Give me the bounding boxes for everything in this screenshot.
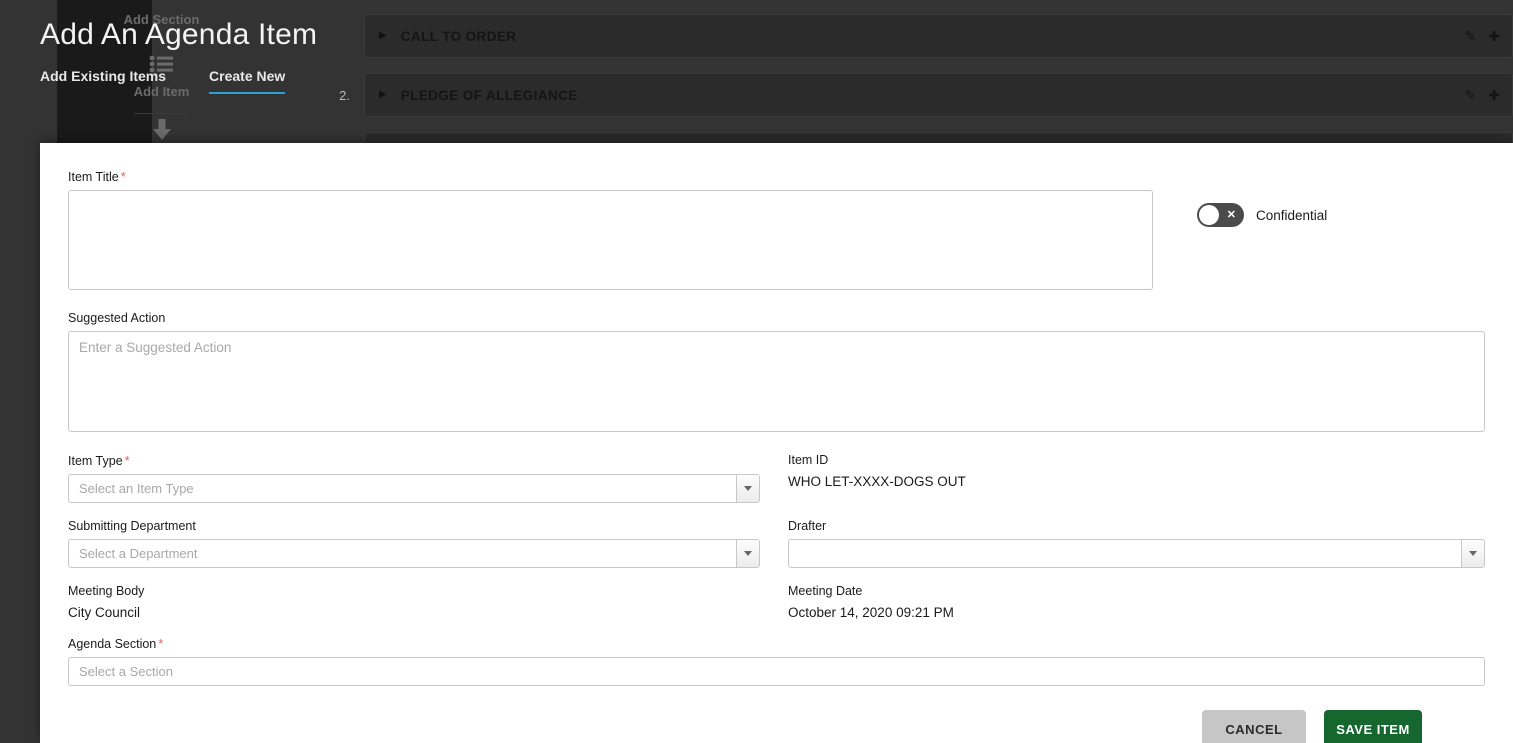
save-item-button[interactable]: SAVE ITEM: [1324, 710, 1422, 743]
app-root: Add Section Add Item Add An Agenda Item …: [0, 0, 1513, 743]
item-title-label: Item Title *: [68, 169, 1153, 184]
department-drafter-row: Submitting Department Select a Departmen…: [68, 519, 1485, 568]
confidential-toggle-group: ✕ Confidential: [1197, 169, 1327, 227]
chevron-right-icon[interactable]: ▶: [379, 31, 387, 41]
drafter-field: Drafter: [788, 519, 1485, 568]
drafter-label: Drafter: [788, 519, 827, 533]
agenda-list: ▶ CALL TO ORDER ✎ ✚ 2. ▶ PLEDGE OF ALLEG…: [315, 0, 1513, 176]
item-title-input[interactable]: [68, 190, 1153, 290]
move-icon[interactable]: ✚: [1488, 88, 1500, 102]
meeting-date-field: Meeting Date October 14, 2020 09:21 PM: [788, 584, 1485, 620]
item-type-id-row: Item Type * Select an Item Type Item ID W…: [68, 453, 1485, 503]
item-title-row: Item Title * ✕ Confidential: [68, 169, 1485, 295]
item-title-label-text: Item Title: [68, 170, 119, 184]
chevron-down-icon: [744, 486, 752, 491]
tab-add-existing-items[interactable]: Add Existing Items: [40, 68, 166, 92]
submitting-department-select-value: Select a Department: [79, 546, 198, 561]
meeting-body-field: Meeting Body City Council: [68, 584, 760, 620]
submitting-department-field: Submitting Department Select a Departmen…: [68, 519, 760, 568]
confidential-label: Confidential: [1256, 207, 1328, 223]
cancel-button[interactable]: CANCEL: [1202, 710, 1306, 743]
item-type-select-value: Select an Item Type: [79, 481, 194, 496]
page-title: Add An Agenda Item: [40, 18, 318, 51]
suggested-action-input[interactable]: [68, 331, 1485, 432]
confidential-toggle[interactable]: ✕: [1197, 203, 1244, 227]
drafter-select[interactable]: [788, 539, 1485, 568]
sidebar-divider: [134, 113, 189, 114]
agenda-section-label: Agenda Section *: [68, 636, 1485, 651]
agenda-section-select-value: Select a Section: [79, 664, 173, 679]
meeting-date-value: October 14, 2020 09:21 PM: [788, 605, 954, 620]
required-asterisk: *: [124, 453, 130, 468]
chevron-right-icon[interactable]: ▶: [379, 90, 387, 100]
item-type-dropdown-button[interactable]: [736, 475, 759, 502]
chevron-down-icon: [1469, 551, 1477, 556]
drafter-dropdown-button[interactable]: [1461, 540, 1484, 567]
agenda-row-number: 2.: [339, 87, 350, 103]
agenda-section-select[interactable]: Select a Section: [68, 657, 1485, 686]
item-type-select[interactable]: Select an Item Type: [68, 474, 760, 503]
pencil-icon[interactable]: ✎: [1465, 88, 1477, 102]
agenda-card[interactable]: ▶ PLEDGE OF ALLEGIANCE ✎ ✚: [364, 73, 1513, 117]
chevron-down-icon: [744, 551, 752, 556]
agenda-row-2[interactable]: 2. ▶ PLEDGE OF ALLEGIANCE ✎ ✚: [315, 73, 1513, 117]
required-asterisk: *: [120, 169, 126, 184]
agenda-card-actions: ✎ ✚: [1465, 15, 1500, 57]
modal-action-bar: CANCEL SAVE ITEM: [68, 710, 1485, 743]
agenda-card[interactable]: ▶ CALL TO ORDER ✎ ✚: [364, 14, 1513, 58]
download-icon[interactable]: [114, 118, 209, 144]
item-id-label: Item ID: [788, 453, 829, 467]
tab-create-new[interactable]: Create New: [209, 68, 286, 94]
agenda-card-label: CALL TO ORDER: [400, 28, 517, 44]
meeting-info-row: Meeting Body City Council Meeting Date O…: [68, 584, 1485, 620]
close-icon: ✕: [1226, 208, 1236, 221]
agenda-section-field: Agenda Section * Select a Section: [68, 636, 1485, 686]
submitting-department-select[interactable]: Select a Department: [68, 539, 760, 568]
meeting-body-value: City Council: [68, 605, 141, 620]
suggested-action-label: Suggested Action: [68, 311, 166, 325]
item-title-field: Item Title *: [68, 169, 1153, 295]
submitting-department-dropdown-button[interactable]: [736, 540, 759, 567]
item-type-field: Item Type * Select an Item Type: [68, 453, 760, 503]
agenda-card-label: PLEDGE OF ALLEGIANCE: [400, 87, 578, 103]
meeting-date-label: Meeting Date: [788, 584, 863, 598]
suggested-action-field: Suggested Action: [68, 311, 1485, 437]
agenda-section-label-text: Agenda Section: [68, 637, 157, 651]
tab-bar: Add Existing Items Create New: [40, 68, 286, 94]
submitting-department-label: Submitting Department: [68, 519, 196, 533]
required-asterisk: *: [158, 636, 164, 651]
pencil-icon[interactable]: ✎: [1465, 29, 1477, 43]
agenda-row-1[interactable]: ▶ CALL TO ORDER ✎ ✚: [315, 14, 1513, 58]
agenda-card-actions: ✎ ✚: [1465, 74, 1500, 116]
item-type-label-text: Item Type: [68, 454, 123, 468]
meeting-body-label: Meeting Body: [68, 584, 145, 598]
item-id-field: Item ID WHO LET-XXXX-DOGS OUT: [788, 453, 1485, 503]
item-type-label: Item Type *: [68, 453, 760, 468]
add-agenda-item-modal: Item Title * ✕ Confidential Suggested Act…: [40, 143, 1513, 743]
move-icon[interactable]: ✚: [1488, 29, 1500, 43]
toggle-knob: [1199, 205, 1219, 225]
item-id-value: WHO LET-XXXX-DOGS OUT: [788, 474, 966, 489]
drafter-select-value: [789, 540, 1461, 567]
